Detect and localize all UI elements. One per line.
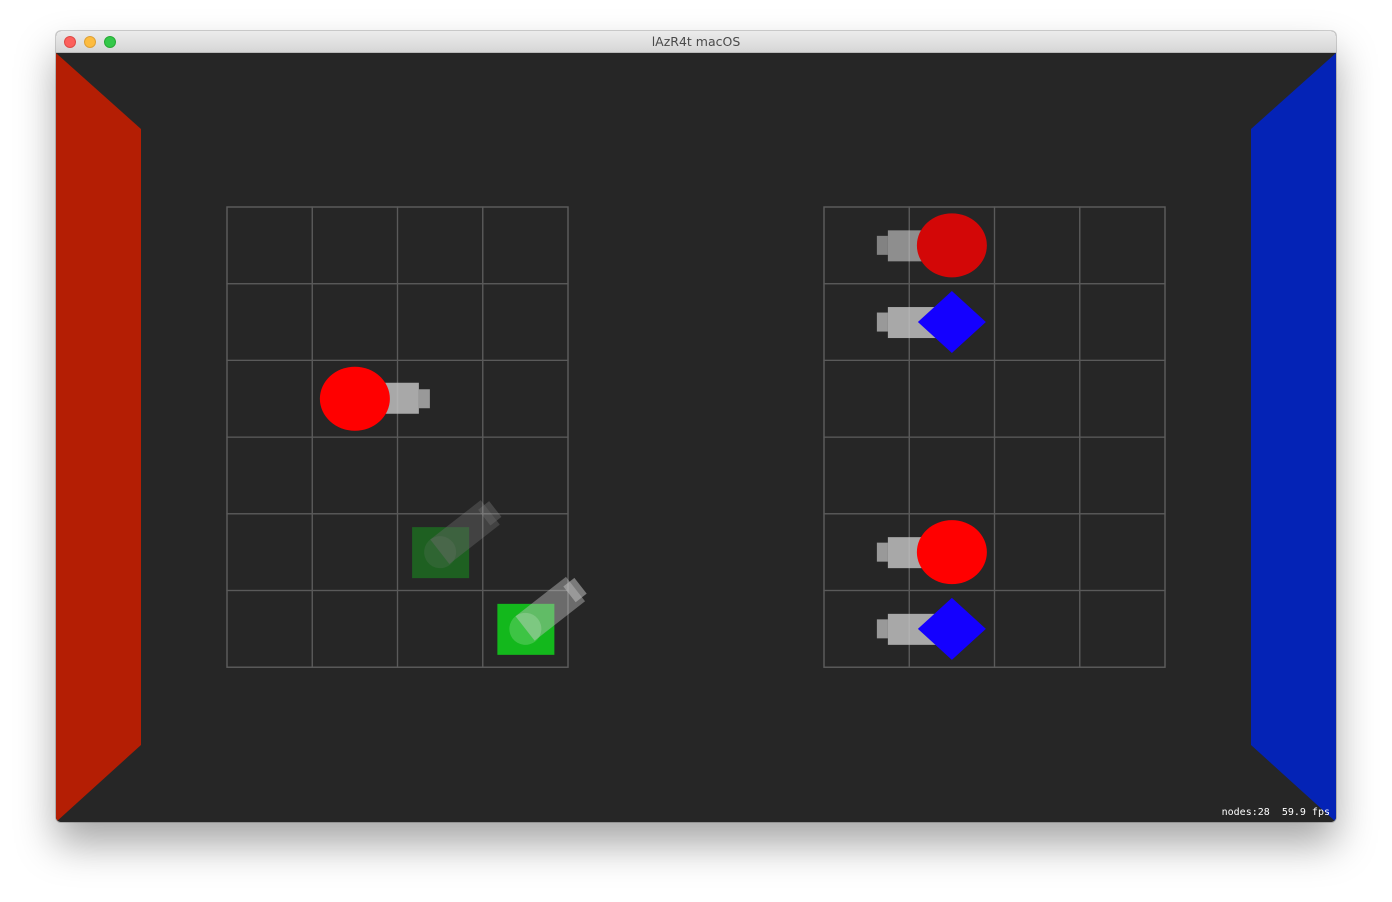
right-grid-cell[interactable] xyxy=(993,283,1081,361)
game-scene[interactable] xyxy=(56,53,1336,822)
left-grid-cell[interactable] xyxy=(482,436,569,515)
unit-body-circle xyxy=(916,520,987,585)
cannon-muzzle xyxy=(876,542,888,562)
left-grid-cell[interactable] xyxy=(311,513,399,592)
left-grid-cell[interactable] xyxy=(482,206,569,285)
title-bar[interactable]: lAzR4t macOS xyxy=(56,31,1336,53)
left-grid-cell[interactable] xyxy=(311,283,399,361)
cannon-muzzle xyxy=(876,312,888,332)
cannon-muzzle xyxy=(876,619,888,639)
right-grid-cell[interactable] xyxy=(908,359,996,438)
fps-readout: 59.9 fps xyxy=(1281,807,1330,818)
unit-body-circle xyxy=(319,366,390,431)
cannon-muzzle xyxy=(418,389,430,409)
right-grid-board[interactable] xyxy=(823,206,1166,668)
right-grid-cell[interactable] xyxy=(993,206,1081,285)
right-grid-cell[interactable] xyxy=(1079,436,1166,515)
right-grid-cell[interactable] xyxy=(1079,589,1166,668)
left-grid-cell[interactable] xyxy=(396,589,484,668)
right-grid-cell[interactable] xyxy=(823,359,910,438)
right-grid-cell[interactable] xyxy=(993,589,1081,668)
right-grid-cell[interactable] xyxy=(1079,359,1166,438)
left-grid-cell[interactable] xyxy=(226,436,313,515)
left-grid-cell[interactable] xyxy=(226,513,313,592)
left-grid-cell[interactable] xyxy=(396,436,484,515)
left-grid-cell[interactable] xyxy=(226,359,313,438)
left-grid-cell[interactable] xyxy=(396,283,484,361)
left-grid-cell[interactable] xyxy=(311,436,399,515)
nodes-count: nodes:28 xyxy=(1221,807,1270,818)
left-grid-cell[interactable] xyxy=(482,359,569,438)
cannon-muzzle xyxy=(876,235,888,255)
right-grid-cell[interactable] xyxy=(908,436,996,515)
right-grid-cell[interactable] xyxy=(993,436,1081,515)
left-wall xyxy=(56,53,141,822)
right-grid-cell[interactable] xyxy=(1079,513,1166,592)
unit-body-circle xyxy=(916,213,987,278)
right-grid-cell[interactable] xyxy=(823,436,910,515)
left-grid-cell[interactable] xyxy=(311,206,399,285)
right-wall xyxy=(1251,53,1336,822)
left-grid-cell[interactable] xyxy=(226,206,313,285)
left-grid-cell[interactable] xyxy=(396,206,484,285)
window-title: lAzR4t macOS xyxy=(651,34,741,49)
right-grid-cell[interactable] xyxy=(1079,283,1166,361)
left-grid-board[interactable] xyxy=(226,206,569,668)
app-window: lAzR4t macOS nodes:28 59.9 fps xyxy=(56,31,1336,822)
left-grid-cell[interactable] xyxy=(226,283,313,361)
right-grid-cell[interactable] xyxy=(993,359,1081,438)
right-grid-cell[interactable] xyxy=(993,513,1081,592)
left-grid-cell[interactable] xyxy=(226,589,313,668)
right-grid-cell[interactable] xyxy=(1079,206,1166,285)
stats-overlay: nodes:28 59.9 fps xyxy=(1222,807,1330,818)
left-grid-cell[interactable] xyxy=(482,283,569,361)
left-grid-cell[interactable] xyxy=(311,589,399,668)
